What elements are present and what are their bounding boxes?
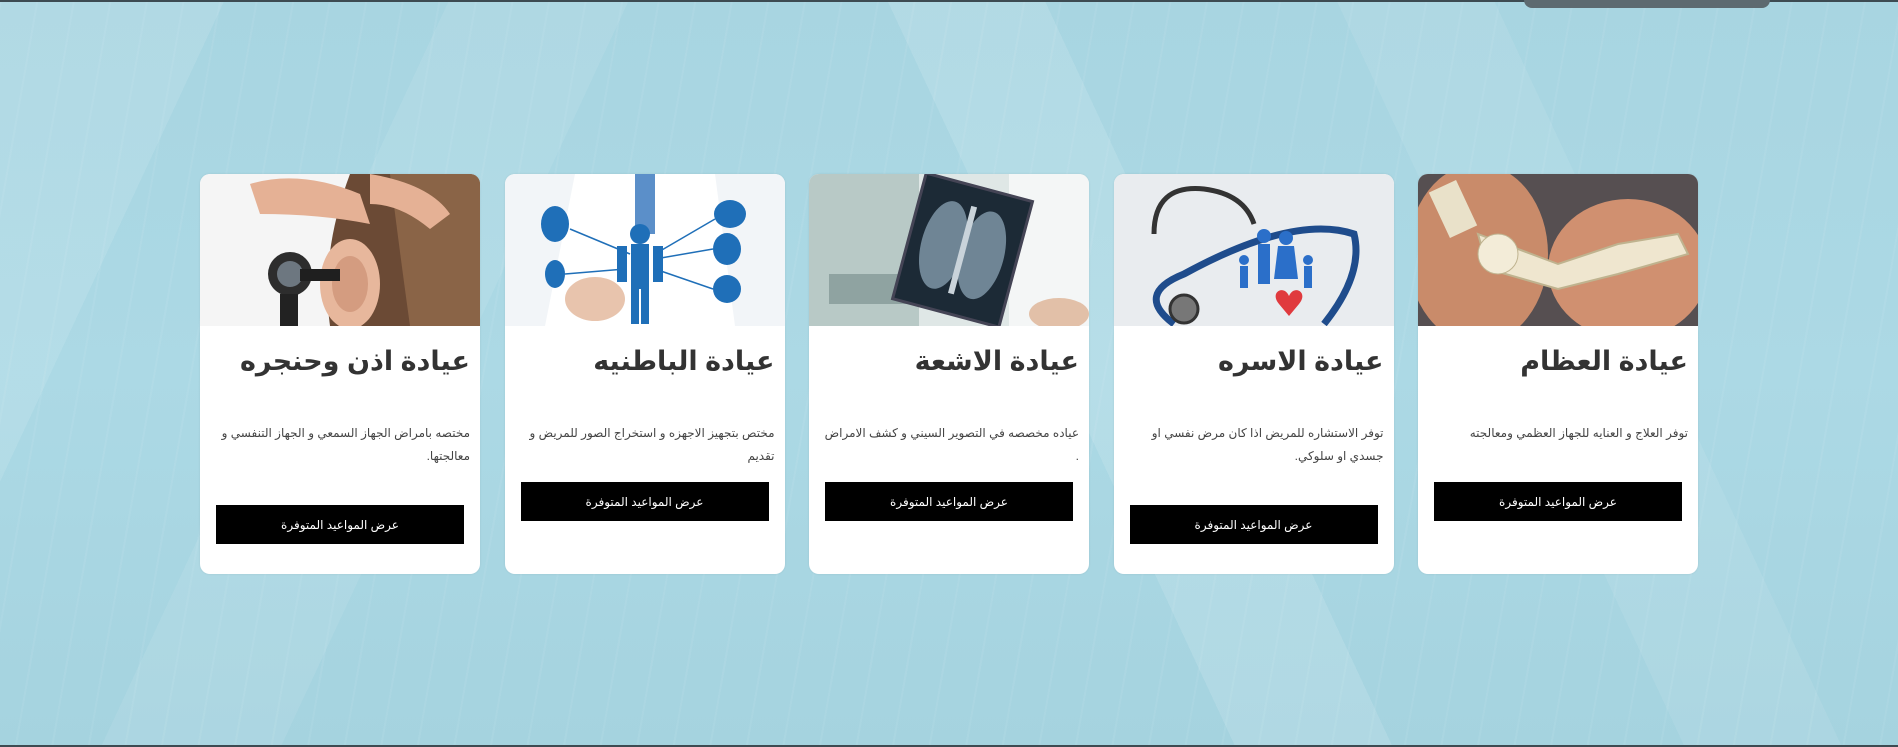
view-appointments-button[interactable]: عرض المواعيد المتوفرة	[825, 482, 1073, 521]
card-description: توفر الاستشاره للمريض اذا كان مرض نفسي ا…	[1151, 426, 1384, 463]
card-description: توفر العلاج و العنايه للجهاز العظمي ومعا…	[1469, 426, 1688, 440]
clinic-card-ent: عيادة اذن وحنجره مختصه بامراض الجهاز الس…	[200, 174, 480, 574]
card-description: مختص بتجهيز الاجهزه و استخراج الصور للمر…	[529, 426, 775, 463]
card-title: عيادة العظام	[1520, 346, 1688, 376]
internal-organs-icon	[504, 174, 785, 326]
view-appointments-button[interactable]: عرض المواعيد المتوفرة	[520, 482, 769, 521]
card-description: عياده مخصصه في التصوير السيني و كشف الام…	[824, 426, 1079, 463]
stethoscope-family-icon	[1113, 174, 1394, 326]
view-appointments-button[interactable]: عرض المواعيد المتوفرة	[216, 505, 464, 544]
clinic-card-radiology: عيادة الاشعة عياده مخصصه في التصوير السي…	[809, 174, 1089, 574]
view-appointments-button[interactable]: عرض المواعيد المتوفرة	[1434, 482, 1682, 521]
view-appointments-button[interactable]: عرض المواعيد المتوفرة	[1129, 505, 1378, 544]
top-nav-tab[interactable]	[1524, 0, 1770, 8]
bone-skeleton-foot-icon	[1418, 174, 1698, 326]
clinic-card-orthopedics: عيادة العظام توفر العلاج و العنايه للجها…	[1418, 174, 1698, 574]
card-description: مختصه بامراض الجهاز السمعي و الجهاز التن…	[221, 426, 470, 463]
clinics-card-row: عيادة العظام توفر العلاج و العنايه للجها…	[200, 174, 1698, 574]
card-title: عيادة الاشعة	[914, 346, 1079, 376]
card-title: عيادة اذن وحنجره	[239, 346, 470, 376]
chest-xray-icon	[809, 174, 1089, 326]
clinic-card-internal-medicine: عيادة الباطنيه مختص بتجهيز الاجهزه و است…	[504, 174, 785, 574]
card-title: عيادة الباطنيه	[593, 346, 775, 376]
otoscope-ear-icon	[200, 174, 480, 326]
card-title: عيادة الاسره	[1217, 346, 1384, 376]
clinic-card-family: عيادة الاسره توفر الاستشاره للمريض اذا ك…	[1113, 174, 1394, 574]
